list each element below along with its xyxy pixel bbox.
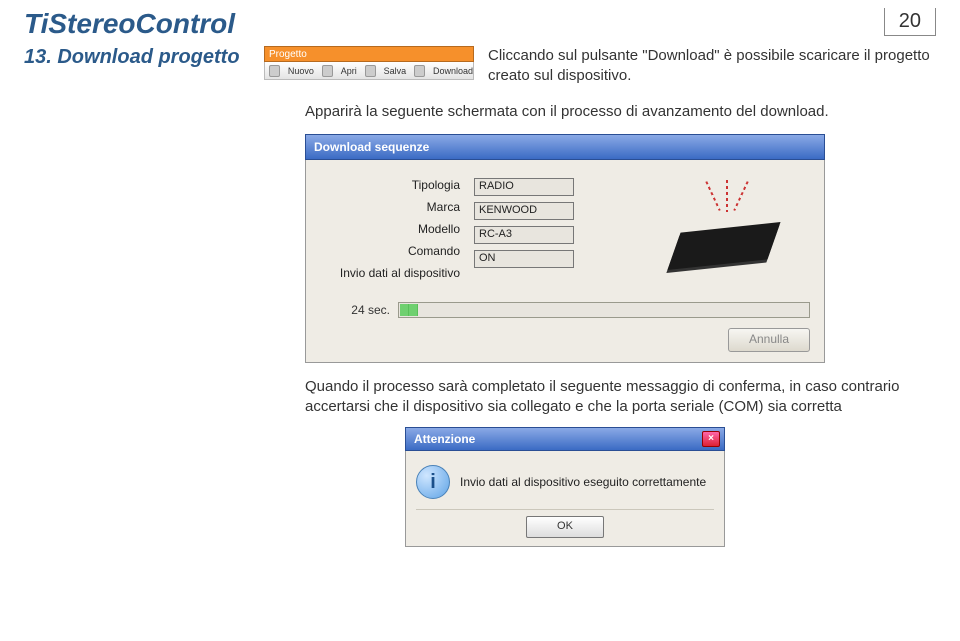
progress-bar bbox=[398, 302, 810, 318]
alert-dialog: Attenzione × i Invio dati al dispositivo… bbox=[405, 427, 725, 547]
signal-ray-icon bbox=[733, 181, 748, 211]
new-icon bbox=[269, 65, 280, 77]
alert-dialog-titlebar: Attenzione × bbox=[405, 427, 725, 451]
signal-ray-icon bbox=[705, 181, 720, 211]
info-icon: i bbox=[416, 465, 450, 499]
page-title: TiStereoControl bbox=[24, 8, 235, 40]
description-3: Quando il processo sarà completato il se… bbox=[0, 363, 960, 426]
download-icon bbox=[414, 65, 425, 77]
label-tipologia: Tipologia bbox=[320, 178, 460, 192]
field-modello: RC-A3 bbox=[474, 226, 574, 244]
close-icon[interactable]: × bbox=[702, 431, 720, 447]
device-box-icon bbox=[667, 222, 780, 270]
open-icon bbox=[322, 65, 333, 77]
toolbar-item-download: Download bbox=[433, 66, 473, 76]
toolbar-item-salva: Salva bbox=[384, 66, 407, 76]
field-comando: ON bbox=[474, 250, 574, 268]
alert-message: Invio dati al dispositivo eseguito corre… bbox=[460, 475, 706, 489]
alert-dialog-title: Attenzione bbox=[414, 432, 475, 446]
device-illustration bbox=[654, 180, 794, 270]
toolbar-item-nuovo: Nuovo bbox=[288, 66, 314, 76]
ok-button[interactable]: OK bbox=[526, 516, 604, 538]
description-1: Cliccando sul pulsante "Download" è poss… bbox=[474, 46, 936, 87]
field-tipologia: RADIO bbox=[474, 178, 574, 196]
download-dialog: Download sequenze Tipologia Marca Modell… bbox=[305, 134, 825, 363]
label-comando: Comando bbox=[320, 244, 460, 258]
download-dialog-title: Download sequenze bbox=[314, 140, 429, 154]
download-dialog-titlebar: Download sequenze bbox=[305, 134, 825, 160]
toolbar-item-apri: Apri bbox=[341, 66, 357, 76]
toolbar-screenshot: Progetto Nuovo Apri Salva Download bbox=[264, 46, 474, 82]
page-number: 20 bbox=[884, 8, 936, 36]
label-modello: Modello bbox=[320, 222, 460, 236]
signal-ray-icon bbox=[726, 180, 728, 212]
field-marca: KENWOOD bbox=[474, 202, 574, 220]
label-invio: Invio dati al dispositivo bbox=[320, 266, 460, 280]
section-heading: 13. Download progetto bbox=[24, 46, 264, 69]
progress-seconds: 24 sec. bbox=[320, 303, 398, 317]
toolbar-tab-label: Progetto bbox=[269, 49, 307, 60]
label-marca: Marca bbox=[320, 200, 460, 214]
description-2: Apparirà la seguente schermata con il pr… bbox=[0, 87, 960, 130]
progress-bar-fill bbox=[400, 304, 418, 316]
cancel-button[interactable]: Annulla bbox=[728, 328, 810, 352]
save-icon bbox=[365, 65, 376, 77]
